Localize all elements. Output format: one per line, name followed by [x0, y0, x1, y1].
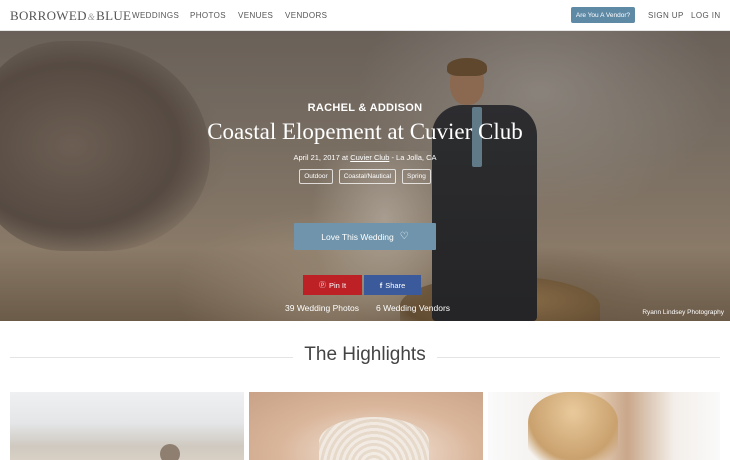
nav-link-vendors[interactable]: VENDORS — [285, 11, 327, 20]
photo-credit[interactable]: Ryann Lindsey Photography — [642, 309, 724, 316]
wedding-title: Coastal Elopement at Cuvier Club — [207, 119, 523, 144]
logo-right: BLUE — [96, 8, 132, 23]
share-label: Share — [385, 280, 406, 290]
top-nav: BORROWED&BLUE WEDDINGS PHOTOS VENUES VEN… — [0, 0, 730, 31]
highlight-photo-2[interactable] — [249, 392, 483, 460]
photo-subject — [528, 392, 618, 460]
nav-link-weddings[interactable]: WEDDINGS — [132, 11, 179, 20]
love-this-wedding-button[interactable]: Love This Wedding ♡ — [294, 223, 436, 250]
tag-coastal-nautical[interactable]: Coastal/Nautical — [338, 169, 397, 184]
highlight-photo-1[interactable] — [10, 392, 244, 460]
sign-up-link[interactable]: SIGN UP — [648, 11, 684, 20]
are-you-a-vendor-button[interactable]: Are You A Vendor? — [571, 7, 635, 23]
photo-subject — [160, 444, 180, 460]
style-tags: Outdoor Coastal/Nautical Spring — [0, 169, 730, 184]
facebook-share-button[interactable]: f Share — [364, 275, 421, 295]
highlight-photo-3[interactable] — [488, 392, 720, 460]
log-in-link[interactable]: LOG IN — [691, 11, 721, 20]
pinterest-icon: ⓟ — [318, 282, 326, 289]
love-button-label: Love This Wedding — [321, 231, 394, 242]
nav-link-photos[interactable]: PHOTOS — [190, 11, 226, 20]
logo-left: BORROWED — [10, 8, 87, 23]
divider-right — [437, 357, 720, 358]
tag-outdoor[interactable]: Outdoor — [299, 169, 333, 184]
pin-it-button[interactable]: ⓟ Pin It — [303, 275, 362, 295]
nav-link-venues[interactable]: VENUES — [238, 11, 273, 20]
wedding-location: - La Jolla, CA — [389, 153, 437, 162]
highlights-heading: The Highlights — [304, 344, 426, 365]
wedding-vendors-link[interactable]: 6 Wedding Vendors — [376, 303, 450, 313]
heart-outline-icon: ♡ — [399, 231, 409, 242]
tag-spring[interactable]: Spring — [402, 169, 431, 184]
wedding-meta: April 21, 2017 at Cuvier Club - La Jolla… — [0, 153, 730, 162]
venue-link[interactable]: Cuvier Club — [350, 153, 389, 162]
pin-it-label: Pin It — [328, 280, 347, 290]
photo-subject — [319, 417, 429, 460]
logo-amp: & — [87, 12, 96, 22]
facebook-icon: f — [379, 280, 383, 290]
hero-banner: RACHEL & ADDISON Coastal Elopement at Cu… — [0, 31, 730, 321]
wedding-photos-link[interactable]: 39 Wedding Photos — [285, 303, 359, 313]
wedding-date: April 21, 2017 at — [293, 153, 351, 162]
couple-names: RACHEL & ADDISON — [307, 102, 423, 114]
site-logo[interactable]: BORROWED&BLUE — [10, 8, 131, 24]
